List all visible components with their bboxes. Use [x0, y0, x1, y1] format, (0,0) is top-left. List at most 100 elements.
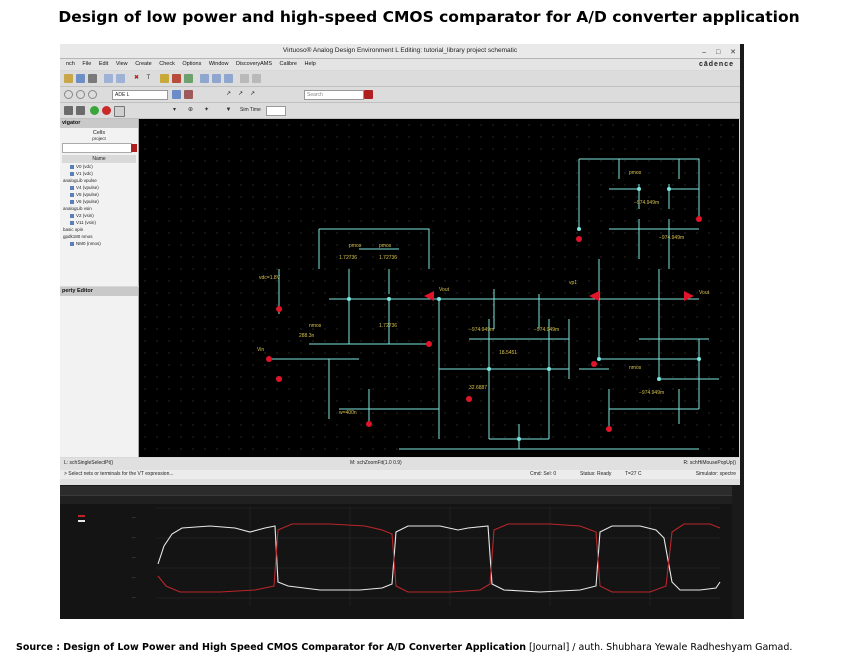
- zoom-in-icon[interactable]: [200, 74, 209, 83]
- radio-icon[interactable]: [88, 90, 97, 99]
- settings-icon[interactable]: [172, 90, 181, 99]
- menu-item[interactable]: nch: [66, 61, 75, 67]
- simulator-status: Simulator: spectre: [695, 471, 736, 477]
- menu-item-help[interactable]: Help: [305, 61, 316, 67]
- new-icon[interactable]: [64, 74, 73, 83]
- delete-icon[interactable]: ✖: [132, 74, 141, 83]
- window-title: Virtuoso® Analog Design Environment L Ed…: [282, 47, 518, 54]
- analysis-select[interactable]: ADE L: [112, 90, 168, 100]
- schematic-label: 1.72736: [379, 323, 397, 329]
- marker-icon[interactable]: ✦: [202, 106, 211, 115]
- menu-item-check[interactable]: Check: [159, 61, 175, 67]
- schematic-label: 32.6887: [469, 385, 487, 391]
- zoom-fit-icon[interactable]: [224, 74, 233, 83]
- toolbar-secondary: ADE L ↗ ↗ ↗ Search: [60, 87, 740, 103]
- undo-icon[interactable]: [104, 74, 113, 83]
- pin-icon[interactable]: [172, 74, 181, 83]
- project-label: project: [92, 136, 106, 141]
- schematic-label: Vin: [257, 347, 264, 353]
- toolbar-simulation: ▾ ⊕ ✦ ▼ Sim Time: [60, 103, 740, 119]
- prompt-line: > Select nets or terminals for the VT ex…: [64, 471, 174, 477]
- svg-text:—: —: [132, 555, 136, 559]
- plot-icon[interactable]: ▾: [170, 106, 179, 115]
- netlist-icon[interactable]: [252, 74, 261, 83]
- search-input[interactable]: Search: [304, 90, 364, 100]
- tree-group[interactable]: analogLib vpulse: [60, 177, 138, 184]
- radio-icon[interactable]: [76, 90, 85, 99]
- tree-group[interactable]: gpdk180 nmos: [60, 233, 138, 240]
- schematic-label: 1.72736: [379, 255, 397, 261]
- radio-icon[interactable]: [64, 90, 73, 99]
- tree-item[interactable]: NM0 (nmos): [60, 240, 138, 247]
- tree-item[interactable]: V4 (vpulse): [60, 184, 138, 191]
- schematic-label: −974.949m: [469, 327, 494, 333]
- save-icon[interactable]: [88, 74, 97, 83]
- schematic-label: Vout: [699, 290, 710, 296]
- tree-item[interactable]: V11 (vsin): [60, 219, 138, 226]
- tree-group[interactable]: basic opin: [60, 226, 138, 233]
- tool-icon[interactable]: [114, 106, 125, 117]
- schematic-label: vdc=1.8V: [259, 275, 281, 281]
- tree-item[interactable]: V1 (vdc): [60, 170, 138, 177]
- menu-item-create[interactable]: Create: [135, 61, 152, 67]
- tree-group[interactable]: analogLib vsin: [60, 205, 138, 212]
- page-title: Design of low power and high-speed CMOS …: [58, 8, 800, 26]
- probe-icon[interactable]: ⊕: [186, 106, 195, 115]
- menu-item-view[interactable]: View: [116, 61, 128, 67]
- search-dropdown-icon[interactable]: [364, 90, 373, 99]
- ready-status: Status: Ready: [580, 471, 612, 477]
- tree-item[interactable]: V0 (vdc): [60, 163, 138, 170]
- svg-text:—: —: [132, 595, 136, 599]
- tree-item[interactable]: V5 (vpulse): [60, 191, 138, 198]
- schematic-canvas[interactable]: pmos pmos 1.72736 1.72736 nmos 288.3n 1.…: [139, 119, 739, 457]
- source-authors: [Journal] / auth. Shubhara Yewale Radhes…: [525, 642, 793, 653]
- stop-icon[interactable]: [184, 90, 193, 99]
- waveform-viewer: — — — — —: [60, 486, 732, 619]
- pointer-icon[interactable]: ↗: [248, 90, 257, 99]
- svg-text:—: —: [132, 515, 136, 519]
- temp-status: T=27 C: [625, 471, 642, 477]
- property-editor-panel: perty Editor: [60, 287, 139, 457]
- tree-item[interactable]: V6 (vpulse): [60, 198, 138, 205]
- run-icon[interactable]: [90, 106, 99, 115]
- waveform-plot: — — — — —: [132, 506, 721, 606]
- schematic-label: vp1: [569, 280, 577, 286]
- maximize-icon[interactable]: □: [716, 49, 720, 56]
- mouse-right-status: R: schHiMousePopUp(): [683, 460, 736, 466]
- redo-icon[interactable]: [116, 74, 125, 83]
- menu-item-discoveryams[interactable]: DiscoveryAMS: [236, 61, 272, 67]
- menu-item-file[interactable]: File: [82, 61, 91, 67]
- zoom-out-icon[interactable]: [212, 74, 221, 83]
- instance-icon[interactable]: [184, 74, 193, 83]
- mouse-left-status: L: schSingleSelectPt(): [64, 460, 114, 466]
- check-save-icon[interactable]: [240, 74, 249, 83]
- close-icon[interactable]: ✕: [730, 49, 736, 56]
- pointer-icon[interactable]: ↗: [224, 90, 233, 99]
- wire-icon[interactable]: [160, 74, 169, 83]
- open-icon[interactable]: [76, 74, 85, 83]
- measure-icon[interactable]: ▼: [224, 106, 233, 115]
- svg-text:—: —: [132, 535, 136, 539]
- text-icon[interactable]: T: [144, 74, 153, 83]
- schematic-label: 18.5451: [499, 350, 517, 356]
- menu-item-window[interactable]: Window: [209, 61, 229, 67]
- view-icon[interactable]: [64, 106, 73, 115]
- schematic-label: pmos: [629, 170, 642, 176]
- stop-icon[interactable]: [102, 106, 111, 115]
- navigator-filter[interactable]: [62, 143, 137, 153]
- filter-dropdown-icon[interactable]: [131, 144, 137, 152]
- virtuoso-window: Virtuoso® Analog Design Environment L Ed…: [60, 44, 740, 485]
- property-editor-header: perty Editor: [60, 287, 138, 296]
- view-icon[interactable]: [76, 106, 85, 115]
- name-column-header[interactable]: Name: [62, 155, 136, 163]
- pointer-icon[interactable]: ↗: [236, 90, 245, 99]
- simtime-input[interactable]: [266, 106, 286, 116]
- menu-item-edit[interactable]: Edit: [99, 61, 108, 67]
- menu-item-options[interactable]: Options: [182, 61, 201, 67]
- tree-item[interactable]: V2 (vsin): [60, 212, 138, 219]
- source-label: Source : Design of Low Power and High Sp…: [16, 642, 526, 653]
- minimize-icon[interactable]: –: [702, 49, 706, 56]
- menu-item-calibre[interactable]: Calibre: [280, 61, 297, 67]
- source-citation: Source : Design of Low Power and High Sp…: [16, 642, 792, 653]
- schematic-label: pmos: [379, 243, 392, 249]
